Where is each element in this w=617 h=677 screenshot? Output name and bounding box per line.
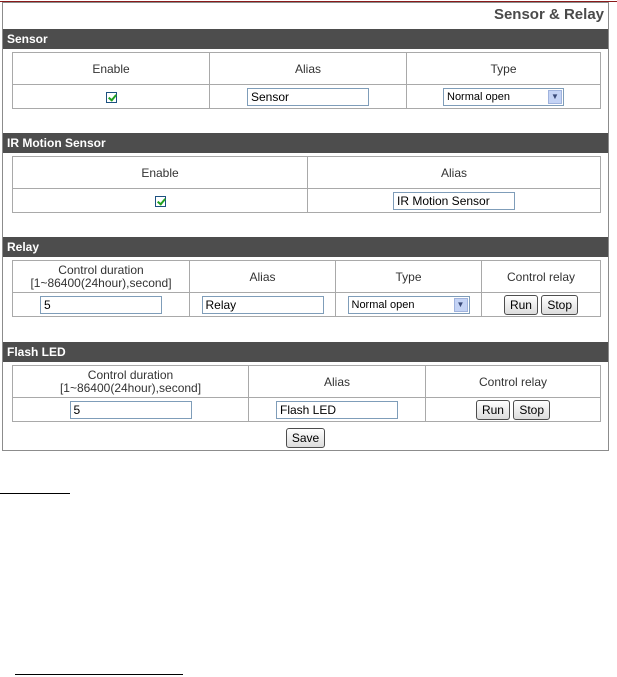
ir-motion-enable-checkbox[interactable]	[154, 195, 166, 207]
ir-motion-alias-input[interactable]	[393, 191, 515, 210]
flash-led-section-header: Flash LED	[3, 342, 608, 362]
sensor-type-header: Type	[406, 52, 601, 85]
relay-type-value: Normal open	[351, 298, 415, 311]
relay-run-button[interactable]: Run	[503, 294, 538, 315]
flash-led-duration-input[interactable]	[69, 400, 192, 419]
chevron-down-icon: ▼	[548, 89, 562, 104]
page-title: Sensor & Relay	[493, 6, 604, 23]
relay-type-select[interactable]: Normal open ▼	[347, 295, 470, 314]
relay-alias-header: Alias	[189, 260, 336, 293]
relay-alias-input[interactable]	[201, 295, 324, 314]
ir-motion-section-header: IR Motion Sensor	[3, 133, 608, 153]
relay-duration-header: Control duration	[58, 262, 144, 277]
relay-section-header: Relay	[3, 237, 608, 257]
relay-duration-input[interactable]	[40, 295, 162, 314]
chevron-down-icon: ▼	[453, 297, 468, 312]
relay-type-header: Type	[335, 260, 482, 293]
sensor-relay-panel: Sensor & Relay Sensor Enable Alias Type …	[2, 2, 609, 451]
sensor-type-value: Normal open	[447, 90, 510, 103]
ir-motion-table: Enable Alias	[12, 156, 601, 213]
relay-control-header: Control relay	[481, 260, 601, 293]
flash-led-run-button[interactable]: Run	[475, 399, 510, 420]
divider-line	[0, 493, 70, 494]
flash-led-alias-header: Alias	[248, 365, 426, 398]
flash-led-alias-input[interactable]	[276, 400, 398, 419]
sensor-alias-header: Alias	[209, 52, 407, 85]
flash-led-duration-range: [1~86400(24hour),second]	[59, 380, 202, 395]
sensor-section-header: Sensor	[3, 29, 608, 49]
footnote-rule	[15, 674, 183, 675]
relay-table: Control duration [1~86400(24hour),second…	[12, 260, 601, 317]
sensor-table: Enable Alias Type Normal open ▼	[12, 52, 601, 109]
sensor-type-select[interactable]: Normal open ▼	[443, 87, 564, 106]
save-button[interactable]: Save	[285, 428, 326, 448]
ir-motion-alias-header: Alias	[307, 156, 601, 189]
sensor-alias-input[interactable]	[247, 87, 369, 106]
flash-led-table: Control duration [1~86400(24hour),second…	[12, 365, 601, 422]
relay-stop-button[interactable]: Stop	[541, 294, 579, 315]
relay-duration-range: [1~86400(24hour),second]	[30, 275, 172, 290]
flash-led-stop-button[interactable]: Stop	[513, 399, 551, 420]
flash-led-control-header: Control relay	[425, 365, 601, 398]
sensor-enable-checkbox[interactable]	[105, 91, 117, 103]
ir-motion-enable-header: Enable	[12, 156, 308, 189]
sensor-enable-header: Enable	[12, 52, 210, 85]
flash-led-duration-header: Control duration	[87, 367, 174, 382]
